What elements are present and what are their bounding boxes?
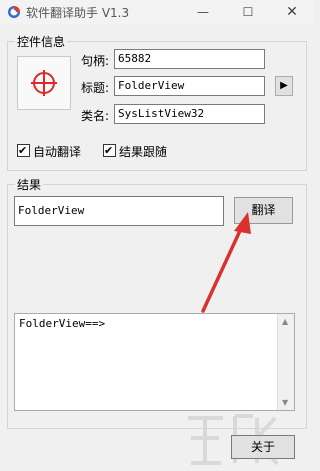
about-button[interactable]: 关于: [231, 435, 295, 459]
annotation-arrow-icon: [201, 212, 251, 313]
